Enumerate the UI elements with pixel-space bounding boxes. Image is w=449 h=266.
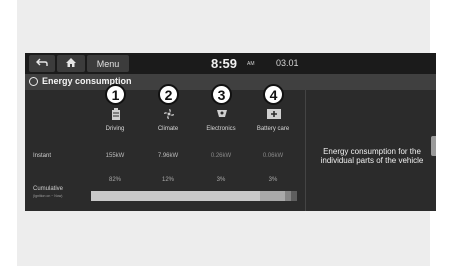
home-button[interactable] — [57, 55, 85, 72]
divider — [305, 90, 306, 211]
back-arrow-icon — [36, 58, 48, 69]
instant-value-electronics: 0.26kW — [210, 153, 232, 159]
category-label-electronics: Electronics — [206, 126, 236, 132]
cumulative-sublabel: (Ignition on ~ Now) — [33, 194, 63, 198]
back-button[interactable] — [29, 55, 55, 72]
side-handle[interactable] — [431, 136, 436, 156]
callout-2: 2 — [158, 84, 179, 105]
cumulative-pct-climate: 12% — [161, 177, 174, 183]
cumulative-pct-battery-care: 3% — [268, 177, 278, 183]
instant-label: Instant — [33, 153, 52, 159]
callout-1: 1 — [105, 84, 126, 105]
cumulative-label: Cumulative — [33, 186, 64, 192]
battery-care-icon — [267, 108, 281, 120]
battery-drive-icon — [109, 108, 123, 120]
infotainment-screen: Menu 8:59 AM 03.01 Energy consumption 1 … — [25, 53, 436, 211]
category-label-climate: Climate — [157, 126, 179, 132]
title-bar: Energy consumption — [25, 74, 436, 90]
instant-value-driving: 155kW — [105, 153, 125, 159]
clock-date: 03.01 — [276, 58, 299, 68]
description-text: Energy consumption for the individual pa… — [320, 147, 424, 165]
cumulative-segment-driving — [91, 191, 260, 201]
fan-icon — [162, 108, 176, 120]
cumulative-segment-battery-care — [291, 191, 297, 201]
cumulative-pct-electronics: 3% — [216, 177, 226, 183]
home-icon — [66, 58, 76, 69]
top-bar: Menu 8:59 AM 03.01 — [25, 53, 436, 74]
instant-value-climate: 7.96kW — [157, 153, 179, 159]
category-label-battery-care: Battery care — [256, 126, 290, 132]
callout-4: 4 — [263, 84, 284, 105]
callout-3: 3 — [211, 84, 232, 105]
energy-icon — [29, 77, 38, 86]
cumulative-pct-driving: 82% — [108, 177, 121, 183]
cumulative-bar — [91, 191, 297, 201]
cumulative-segment-climate — [260, 191, 285, 201]
instant-value-battery-care: 0.06kW — [262, 153, 284, 159]
electronics-icon — [215, 108, 229, 120]
clock-time: 8:59 — [211, 56, 238, 71]
category-label-driving: Driving — [105, 126, 125, 132]
clock-ampm: AM — [247, 61, 255, 67]
menu-button[interactable]: Menu — [87, 55, 129, 72]
